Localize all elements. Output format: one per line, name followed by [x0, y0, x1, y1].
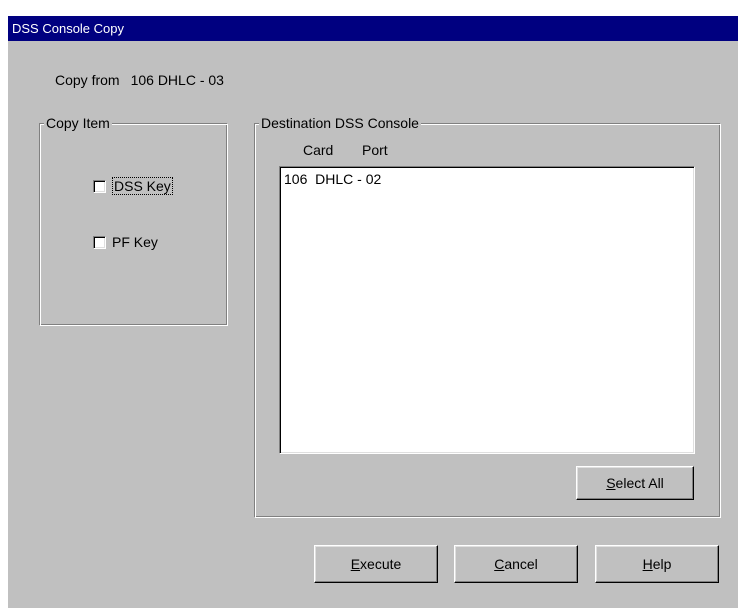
checkbox-box[interactable] — [93, 179, 106, 193]
copy-from-label: Copy from — [55, 72, 120, 88]
list-item[interactable]: 106 DHLC - 02 — [284, 171, 381, 187]
cancel-button[interactable]: Cancel — [454, 545, 578, 583]
copy-item-group: Copy Item DSS Key PF Key — [39, 115, 228, 326]
execute-button[interactable]: Execute — [314, 545, 438, 583]
help-button[interactable]: Help — [595, 545, 719, 583]
destination-dss-console-group: Destination DSS Console Card Port 106 DH… — [254, 115, 721, 518]
copy-from-row: Copy from 106 DHLC - 03 — [55, 72, 224, 88]
title-bar: DSS Console Copy — [8, 16, 738, 41]
checkbox-box[interactable] — [93, 235, 106, 249]
dss-key-checkbox[interactable]: DSS Key — [93, 177, 173, 195]
pf-key-label[interactable]: PF Key — [112, 234, 158, 250]
dss-console-copy-dialog: DSS Console Copy Copy from 106 DHLC - 03 … — [8, 16, 738, 608]
select-all-button[interactable]: Select All — [576, 466, 694, 500]
dss-key-label[interactable]: DSS Key — [112, 177, 173, 195]
column-header-port: Port — [362, 142, 388, 158]
pf-key-checkbox[interactable]: PF Key — [93, 234, 158, 250]
column-header-card: Card — [303, 142, 334, 158]
copy-from-value: 106 DHLC - 03 — [130, 72, 224, 88]
destination-listbox[interactable]: 106 DHLC - 02 — [279, 166, 695, 454]
copy-item-legend: Copy Item — [44, 115, 112, 131]
destination-legend: Destination DSS Console — [259, 115, 421, 131]
